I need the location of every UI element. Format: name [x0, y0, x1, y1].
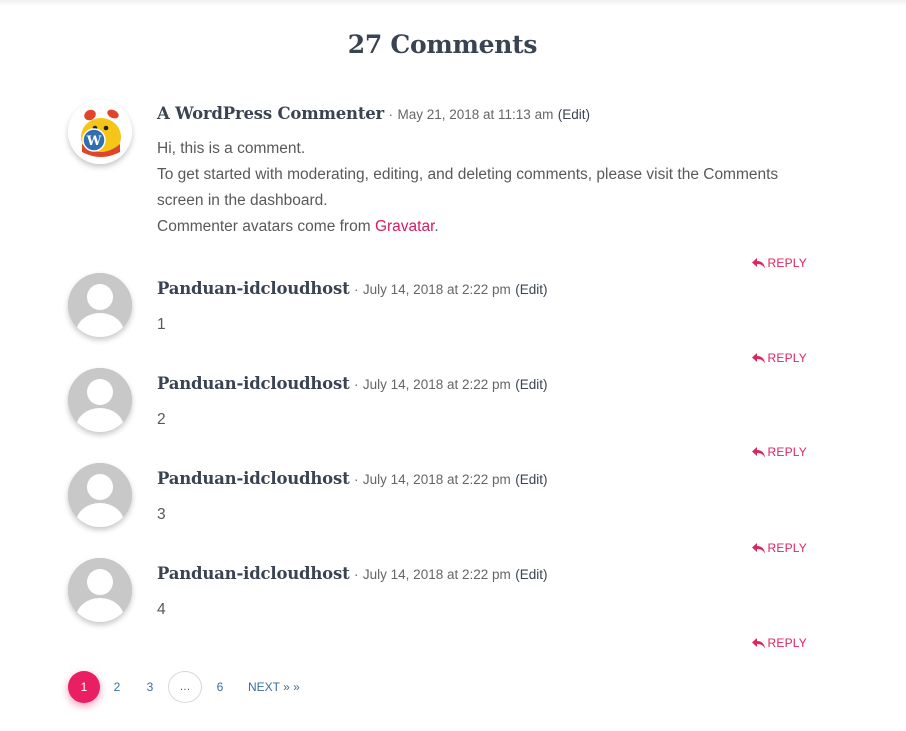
- comment-author[interactable]: Panduan-idcloudhost: [157, 564, 350, 583]
- page-dots: …: [168, 671, 202, 703]
- avatar: [68, 368, 132, 432]
- comment-item: Panduan-idcloudhost · July 14, 2018 at 2…: [68, 273, 828, 365]
- reply-button[interactable]: REPLY: [751, 636, 807, 650]
- page-link-6[interactable]: 6: [202, 671, 238, 703]
- comment-text-prefix: Commenter avatars come from: [157, 218, 375, 235]
- default-user-icon: [68, 273, 132, 337]
- comment-item: W A WordPress Commenter · May 21, 2018 a…: [68, 100, 828, 270]
- comment-header: Panduan-idcloudhost · July 14, 2018 at 2…: [157, 374, 547, 394]
- comment-item: Panduan-idcloudhost · July 14, 2018 at 2…: [68, 463, 828, 555]
- reply-label: REPLY: [767, 351, 807, 365]
- comment-header: Panduan-idcloudhost · July 14, 2018 at 2…: [157, 469, 547, 489]
- reply-arrow-icon: [751, 637, 765, 648]
- comment-text: To get started with moderating, editing,…: [157, 166, 779, 209]
- comment-date[interactable]: July 14, 2018 at 2:22 pm: [363, 377, 511, 392]
- comment-separator: ·: [353, 282, 359, 297]
- comment-item: Panduan-idcloudhost · July 14, 2018 at 2…: [68, 368, 828, 460]
- edit-link[interactable]: (Edit): [515, 567, 547, 582]
- avatar: W: [68, 100, 132, 164]
- comment-date[interactable]: July 14, 2018 at 2:22 pm: [363, 567, 511, 582]
- comment-header: Panduan-idcloudhost · July 14, 2018 at 2…: [157, 564, 547, 584]
- reply-button[interactable]: REPLY: [751, 351, 807, 365]
- edit-link[interactable]: (Edit): [558, 107, 590, 122]
- gravatar-link[interactable]: Gravatar: [375, 218, 434, 235]
- svg-text:W: W: [86, 134, 102, 149]
- reply-button[interactable]: REPLY: [751, 445, 807, 459]
- comment-item: Panduan-idcloudhost · July 14, 2018 at 2…: [68, 558, 828, 650]
- reply-label: REPLY: [767, 445, 807, 459]
- comments-title: 27 Comments: [347, 30, 538, 59]
- wapuu-avatar-icon: W: [68, 100, 132, 164]
- comment-text: 4: [157, 601, 166, 618]
- page-link-3[interactable]: 3: [134, 671, 166, 703]
- comment-separator: ·: [388, 107, 394, 122]
- comment-text: 3: [157, 506, 166, 523]
- reply-label: REPLY: [767, 541, 807, 555]
- comment-separator: ·: [353, 472, 359, 487]
- comment-date[interactable]: July 14, 2018 at 2:22 pm: [363, 282, 511, 297]
- reply-label: REPLY: [767, 256, 807, 270]
- edit-link[interactable]: (Edit): [515, 377, 547, 392]
- comment-author[interactable]: Panduan-idcloudhost: [157, 469, 350, 488]
- comment-author[interactable]: A WordPress Commenter: [157, 104, 384, 123]
- comment-separator: ·: [353, 377, 359, 392]
- avatar: [68, 273, 132, 337]
- edit-link[interactable]: (Edit): [515, 282, 547, 297]
- default-user-icon: [68, 558, 132, 622]
- comment-author[interactable]: Panduan-idcloudhost: [157, 279, 350, 298]
- next-page-link[interactable]: NEXT » »: [248, 671, 300, 703]
- comment-text: Hi, this is a comment.: [157, 140, 306, 157]
- comment-body: Hi, this is a comment. To get started wi…: [157, 136, 817, 240]
- reply-arrow-icon: [751, 446, 765, 457]
- reply-label: REPLY: [767, 636, 807, 650]
- comment-text: 2: [157, 411, 166, 428]
- comment-author[interactable]: Panduan-idcloudhost: [157, 374, 350, 393]
- comment-date[interactable]: July 14, 2018 at 2:22 pm: [363, 472, 511, 487]
- default-user-icon: [68, 463, 132, 527]
- comments-pagination: 1 2 3 … 6 NEXT » »: [68, 671, 300, 703]
- page-link-2[interactable]: 2: [100, 671, 134, 703]
- avatar: [68, 558, 132, 622]
- reply-button[interactable]: REPLY: [751, 256, 807, 270]
- comment-header: Panduan-idcloudhost · July 14, 2018 at 2…: [157, 279, 547, 299]
- edit-link[interactable]: (Edit): [515, 472, 547, 487]
- avatar: [68, 463, 132, 527]
- comment-body: 2: [157, 407, 817, 433]
- reply-arrow-icon: [751, 542, 765, 553]
- comment-date[interactable]: May 21, 2018 at 11:13 am: [397, 107, 553, 122]
- comments-section: 27 Comments W A WordPress Commenter · Ma…: [0, 0, 906, 731]
- reply-arrow-icon: [751, 257, 765, 268]
- comment-text: Commenter avatars come from Gravatar.: [157, 214, 817, 240]
- comment-body: 1: [157, 312, 817, 338]
- comment-separator: ·: [353, 567, 359, 582]
- reply-button[interactable]: REPLY: [751, 541, 807, 555]
- page-current: 1: [68, 671, 100, 703]
- comment-header: A WordPress Commenter · May 21, 2018 at …: [157, 104, 590, 124]
- reply-arrow-icon: [751, 352, 765, 363]
- header-shadow: [0, 0, 906, 6]
- default-user-icon: [68, 368, 132, 432]
- comment-text-suffix: .: [434, 218, 439, 235]
- comment-body: 4: [157, 597, 817, 623]
- comment-text: 1: [157, 316, 166, 333]
- comment-body: 3: [157, 502, 817, 528]
